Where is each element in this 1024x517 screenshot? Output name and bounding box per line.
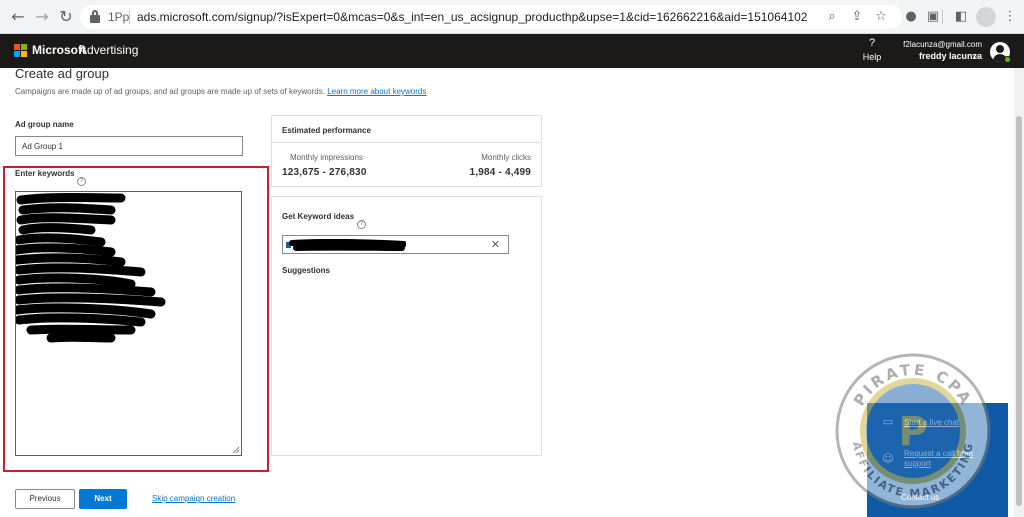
extension-icon[interactable]: ▣	[924, 8, 942, 26]
url-text[interactable]: ads.microsoft.com/signup/?isExpert=0&mca…	[137, 10, 807, 24]
estimated-performance-title: Estimated performance	[282, 126, 371, 135]
page-description: Campaigns are made up of ad groups, and …	[15, 87, 427, 96]
help-label[interactable]: Help	[859, 52, 885, 62]
info-icon[interactable]: ?	[357, 220, 366, 229]
page-title: Create ad group	[15, 66, 109, 81]
profile-icon[interactable]	[976, 7, 996, 27]
skip-campaign-link[interactable]: Skip campaign creation	[152, 494, 235, 503]
monthly-clicks-value: 1,984 - 4,499	[469, 167, 531, 178]
user-email[interactable]: f2lacunza@gmail.com	[900, 40, 982, 49]
estimated-performance-card: Estimated performance Monthly impression…	[271, 115, 542, 187]
redaction-scribble	[16, 193, 166, 343]
brand-name[interactable]: Microsoft	[32, 43, 86, 57]
app-header: Microsoft Advertising ? Help f2lacunza@g…	[0, 34, 1024, 68]
chevron-down-icon[interactable]: ⌵	[972, 51, 979, 61]
monthly-clicks-label: Monthly clicks	[481, 153, 531, 162]
user-name[interactable]: freddy lacunza	[900, 51, 982, 61]
share-icon[interactable]: ⇪	[848, 8, 866, 26]
monthly-impressions-label: Monthly impressions	[290, 153, 363, 162]
ad-group-name-label: Ad group name	[15, 120, 74, 129]
browser-toolbar: ← → ↻ 1Pp ads.microsoft.com/signup/?isEx…	[0, 0, 1024, 34]
site-badge: 1Pp	[108, 10, 130, 24]
back-icon[interactable]: ←	[8, 7, 28, 27]
card-divider	[272, 142, 541, 143]
lock-icon	[90, 10, 100, 23]
previous-button[interactable]: Previous	[15, 489, 75, 509]
product-name[interactable]: Advertising	[79, 43, 138, 57]
scrollbar-thumb[interactable]	[1016, 116, 1022, 506]
help-icon[interactable]: ?	[866, 37, 878, 49]
page-scrollbar[interactable]	[1014, 68, 1024, 517]
resize-grip-icon[interactable]	[232, 446, 240, 454]
learn-more-link[interactable]: Learn more about keywords	[327, 87, 426, 96]
next-button[interactable]: Next	[79, 489, 127, 509]
side-panel-icon[interactable]: ◧	[952, 8, 970, 26]
forward-icon[interactable]: →	[32, 7, 52, 27]
bookmark-star-icon[interactable]: ☆	[872, 8, 890, 26]
address-bar[interactable]: 1Pp ads.microsoft.com/signup/?isExpert=0…	[80, 5, 902, 29]
menu-icon[interactable]: ⋮	[1001, 8, 1019, 26]
address-divider	[129, 10, 130, 24]
clear-icon[interactable]: ✕	[491, 238, 500, 251]
suggestions-label: Suggestions	[282, 266, 331, 275]
live-chat-link[interactable]: Start a live chat	[904, 418, 959, 428]
keyword-ideas-title: Get Keyword ideas	[282, 212, 355, 221]
person-icon[interactable]: ☺	[881, 452, 895, 466]
online-status-icon	[1004, 56, 1011, 63]
keyword-ideas-input[interactable]: ✕	[282, 235, 509, 254]
reload-icon[interactable]: ↻	[56, 7, 76, 27]
redaction-scribble	[286, 239, 406, 251]
chat-icon[interactable]: ▭	[881, 415, 895, 429]
info-icon[interactable]: ?	[77, 177, 86, 186]
ad-group-name-input[interactable]: Ad Group 1	[15, 136, 243, 156]
extension-icon[interactable]: ●	[902, 8, 920, 26]
request-call-link[interactable]: Request a call from support	[904, 449, 994, 469]
keywords-label: Enter keywords	[15, 169, 75, 178]
keywords-textarea[interactable]	[15, 191, 242, 456]
zoom-icon[interactable]: ⌕	[823, 8, 841, 26]
monthly-impressions-value: 123,675 - 276,830	[282, 167, 367, 178]
toolbar-divider	[942, 10, 943, 24]
microsoft-logo-icon	[14, 44, 28, 58]
contact-us-button[interactable]: Contact us	[901, 493, 939, 502]
